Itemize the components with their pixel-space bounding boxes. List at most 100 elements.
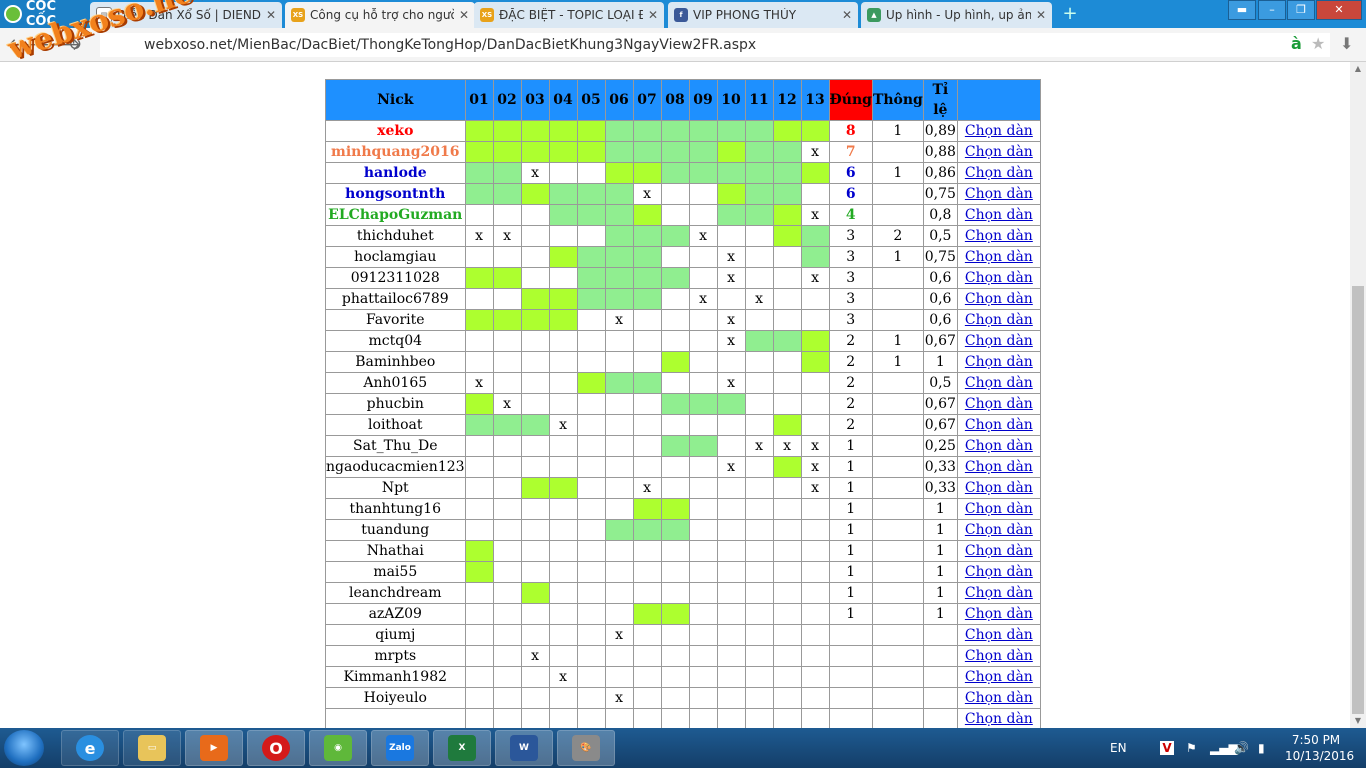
chon-dan-link[interactable]: Chọn dàn — [965, 123, 1033, 139]
bookmark-star-icon[interactable]: ★ — [1311, 34, 1325, 53]
position-cell — [520, 687, 550, 709]
chon-dan-link[interactable]: Chọn dàn — [965, 606, 1033, 622]
translate-icon[interactable]: à — [1291, 34, 1302, 53]
position-cell — [660, 414, 690, 436]
thong-cell — [871, 267, 924, 289]
position-cell — [576, 246, 606, 268]
tab-4[interactable]: f VIP PHONG THỦY ✕ — [668, 2, 858, 28]
download-icon[interactable]: ⬇ — [1340, 34, 1353, 53]
chon-dan-link[interactable]: Chọn dàn — [965, 312, 1033, 328]
opera-icon: O — [262, 735, 290, 761]
taskbar-app[interactable]: 🎨 — [557, 730, 615, 766]
position-cell — [632, 708, 662, 728]
chon-dan-link[interactable]: Chọn dàn — [965, 186, 1033, 202]
table-row: qiumj x Chọn dàn — [325, 624, 1041, 646]
chon-dan-link[interactable]: Chọn dàn — [965, 144, 1033, 160]
vertical-scrollbar[interactable]: ▲ ▼ — [1350, 62, 1366, 728]
chon-dan-link[interactable]: Chọn dàn — [965, 459, 1033, 475]
chon-dan-link[interactable]: Chọn dàn — [965, 585, 1033, 601]
thong-cell — [871, 498, 924, 520]
clock-time: 7:50 PM — [1291, 733, 1341, 747]
position-cell — [660, 477, 690, 499]
tab-2[interactable]: XS Công cụ hỗ trợ cho người ✕ — [285, 2, 475, 28]
new-tab-button[interactable]: + — [1060, 4, 1080, 24]
position-cell — [520, 435, 550, 457]
xoso-icon: XS — [480, 8, 494, 22]
chon-dan-link[interactable]: Chọn dàn — [965, 249, 1033, 265]
tab-close-icon[interactable]: ✕ — [842, 8, 852, 22]
window-menu-button[interactable]: ▬ — [1228, 0, 1256, 20]
chon-dan-link[interactable]: Chọn dàn — [965, 396, 1033, 412]
chon-dan-link[interactable]: Chọn dàn — [965, 522, 1033, 538]
chon-dan-link[interactable]: Chọn dàn — [965, 648, 1033, 664]
chon-dan-link[interactable]: Chọn dàn — [965, 690, 1033, 706]
volume-tray-icon[interactable]: 🔊 — [1234, 728, 1249, 768]
taskbar-app[interactable]: e — [61, 730, 119, 766]
scroll-up-icon[interactable]: ▲ — [1350, 62, 1366, 76]
position-cell: x — [548, 414, 578, 436]
taskbar-app[interactable]: Zalo — [371, 730, 429, 766]
chon-dan-link[interactable]: Chọn dàn — [965, 564, 1033, 580]
dung-cell: 1 — [828, 477, 873, 499]
scrollbar-thumb[interactable] — [1352, 286, 1364, 714]
close-window-button[interactable]: ✕ — [1316, 0, 1362, 20]
tab-close-icon[interactable]: ✕ — [459, 8, 469, 22]
antivirus-tray-icon[interactable]: V — [1160, 741, 1174, 755]
chon-dan-link[interactable]: Chọn dàn — [965, 627, 1033, 643]
battery-tray-icon[interactable]: ▮ — [1258, 728, 1265, 768]
chon-dan-link[interactable]: Chọn dàn — [965, 669, 1033, 685]
position-cell — [800, 561, 830, 583]
start-button[interactable] — [4, 730, 44, 766]
chon-dan-link[interactable]: Chọn dàn — [965, 438, 1033, 454]
tab-close-icon[interactable]: ✕ — [648, 8, 658, 22]
chon-dan-link[interactable]: Chọn dàn — [965, 207, 1033, 223]
chon-dan-link[interactable]: Chọn dàn — [965, 543, 1033, 559]
address-bar[interactable]: webxoso.net/MienBac/DacBiet/ThongKeTongH… — [100, 33, 1330, 57]
word-icon: W — [510, 735, 538, 761]
nick-cell: Npt — [325, 477, 466, 499]
table-row: Favorite x x 3 0,6 Chọn dàn — [325, 309, 1041, 331]
chon-dan-link[interactable]: Chọn dàn — [965, 711, 1033, 727]
position-cell — [464, 498, 494, 520]
taskbar-app[interactable]: X — [433, 730, 491, 766]
maximize-button[interactable]: ❐ — [1287, 0, 1315, 20]
chon-dan-link[interactable]: Chọn dàn — [965, 165, 1033, 181]
flag-tray-icon[interactable]: ⚑ — [1186, 728, 1197, 768]
position-cell — [688, 162, 718, 184]
taskbar-app[interactable]: ▭ — [123, 730, 181, 766]
tab-5[interactable]: ▲ Up hình - Up hình, up ảnh ✕ — [861, 2, 1052, 28]
position-cell — [716, 393, 746, 415]
taskbar-app[interactable]: O — [247, 730, 305, 766]
tab-3[interactable]: XS ĐẶC BIỆT - TOPIC LOẠI ĐẦ ✕ — [474, 2, 664, 28]
taskbar-app[interactable]: W — [495, 730, 553, 766]
language-indicator[interactable]: EN — [1110, 728, 1127, 768]
system-clock[interactable]: 7:50 PM 10/13/2016 — [1285, 732, 1354, 764]
chon-dan-link[interactable]: Chọn dàn — [965, 501, 1033, 517]
chon-dan-link[interactable]: Chọn dàn — [965, 291, 1033, 307]
chon-dan-link[interactable]: Chọn dàn — [965, 375, 1033, 391]
nick-cell: xeko — [325, 120, 466, 142]
chon-dan-link[interactable]: Chọn dàn — [965, 333, 1033, 349]
minimize-button[interactable]: – — [1258, 0, 1286, 20]
ie-icon: e — [76, 735, 104, 761]
position-cell — [632, 687, 662, 709]
taskbar-app[interactable]: ▶ — [185, 730, 243, 766]
chon-dan-link[interactable]: Chọn dàn — [965, 480, 1033, 496]
chon-dan-link[interactable]: Chọn dàn — [965, 228, 1033, 244]
position-cell — [660, 162, 690, 184]
position-cell — [576, 330, 606, 352]
position-cell — [660, 582, 690, 604]
table-row: tuandung 1 1 Chọn dàn — [325, 519, 1041, 541]
chon-dan-link[interactable]: Chọn dàn — [965, 417, 1033, 433]
position-cell — [604, 582, 634, 604]
dung-cell: 6 — [828, 162, 873, 184]
tab-close-icon[interactable]: ✕ — [1036, 8, 1046, 22]
nick-cell: Kimmanh1982 — [325, 666, 466, 688]
chon-dan-link[interactable]: Chọn dàn — [965, 270, 1033, 286]
tab-close-icon[interactable]: ✕ — [266, 8, 276, 22]
position-cell — [520, 561, 550, 583]
position-cell — [660, 666, 690, 688]
scroll-down-icon[interactable]: ▼ — [1350, 714, 1366, 728]
chon-dan-link[interactable]: Chọn dàn — [965, 354, 1033, 370]
taskbar-app[interactable]: ◉ — [309, 730, 367, 766]
